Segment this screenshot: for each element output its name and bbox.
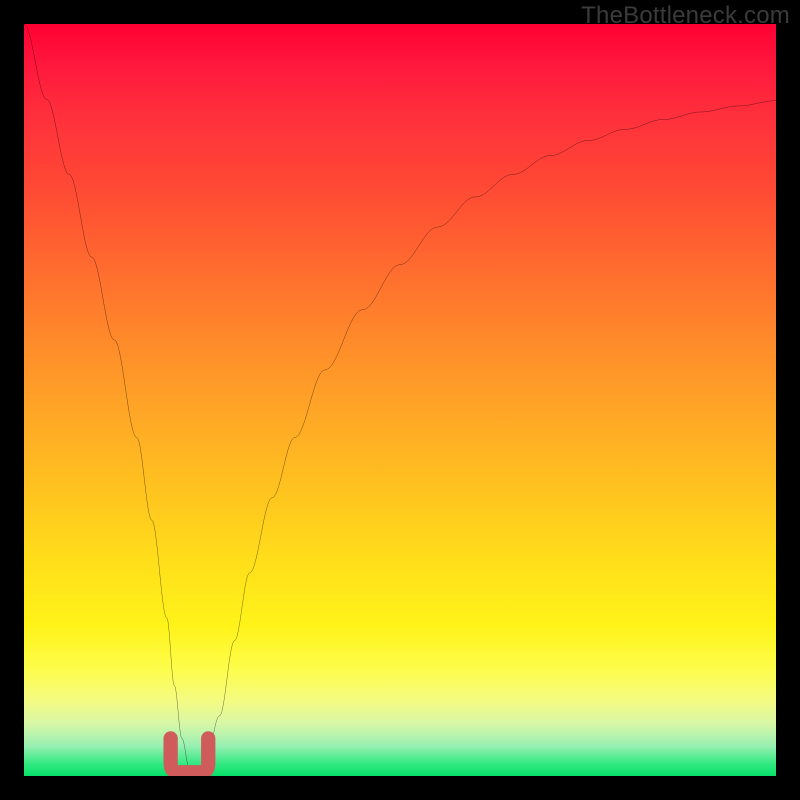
optimal-marker (24, 24, 776, 776)
watermark-text: TheBottleneck.com (581, 2, 790, 30)
